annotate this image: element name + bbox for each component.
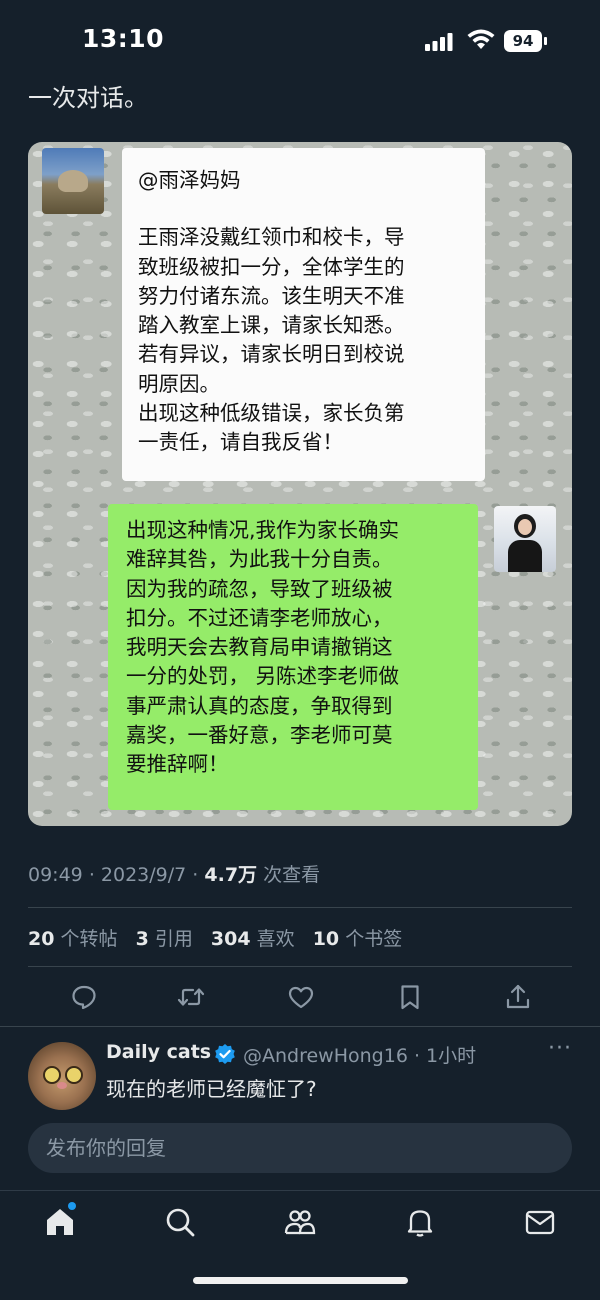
nav-home[interactable] — [43, 1202, 77, 1239]
parent-message-line: 要推辞啊！ — [126, 752, 229, 777]
communities-icon — [284, 1210, 316, 1235]
stat-count: 304 — [210, 928, 251, 950]
view-count: 4.7万 — [204, 864, 258, 886]
share-icon — [506, 984, 530, 1009]
parent-message-line: 因为我的疏忽，导致了班级被 — [126, 576, 393, 601]
reply-handle-time: @AndrewHong16 · 1小时 — [243, 1045, 477, 1067]
teacher-message-line: 若有异议，请家长明日到校说 — [138, 342, 405, 367]
parent-message-line: 事严肃认真的态度，争取得到 — [126, 693, 393, 718]
stat-label: 引用 — [154, 928, 193, 950]
tweet-stats: 20 个转帖 3 引用 304 喜欢 10 个书签 — [28, 924, 414, 951]
parent-avatar — [494, 506, 556, 572]
more-options-icon[interactable]: ··· — [548, 1036, 572, 1061]
nav-messages[interactable] — [523, 1205, 557, 1239]
view-label: 次查看 — [263, 864, 321, 886]
share-button[interactable] — [504, 983, 532, 1011]
divider — [0, 1026, 600, 1027]
messages-icon — [525, 1210, 555, 1235]
divider — [28, 907, 572, 908]
tweet-text: 一次对话。 — [28, 84, 148, 112]
teacher-message-line: 明原因。 — [138, 371, 220, 396]
teacher-message-line: 踏入教室上课，请家长知悉。 — [138, 313, 405, 338]
parent-message-line: 嘉奖，一番好意，李老师可莫 — [126, 723, 393, 748]
nav-communities[interactable] — [283, 1205, 317, 1239]
bookmark-button[interactable] — [396, 983, 424, 1011]
teacher-message-line: 王雨泽没戴红领巾和校卡，导 — [138, 225, 405, 250]
stat-quotes[interactable]: 3 引用 — [136, 928, 193, 950]
divider — [28, 966, 572, 967]
verified-badge-icon — [214, 1043, 236, 1065]
tweet-date: 2023/9/7 — [100, 864, 187, 886]
retweet-icon — [177, 988, 205, 1006]
cellular-signal-icon — [425, 33, 453, 51]
home-indicator — [193, 1277, 408, 1284]
stat-label: 喜欢 — [256, 928, 295, 950]
parent-message-line: 扣分。不过还请李老师放心， — [126, 605, 393, 630]
reply-icon — [72, 985, 96, 1010]
status-time: 13:10 — [82, 24, 165, 53]
parent-message-bubble: 出现这种情况,我作为家长确实 难辞其咎，为此我十分自责。 因为我的疏忽，导致了班… — [108, 504, 478, 810]
search-icon — [166, 1208, 195, 1237]
wifi-icon — [466, 27, 496, 51]
teacher-message-line: 一责任，请自我反省！ — [138, 430, 343, 455]
parent-message-line: 我明天会去教育局申请撤销这 — [126, 635, 393, 660]
parent-message-line: 出现这种情况,我作为家长确实 — [126, 518, 400, 542]
retweet-button[interactable] — [177, 983, 205, 1011]
stat-count: 3 — [135, 928, 149, 950]
reply-avatar[interactable] — [28, 1042, 96, 1110]
stat-likes[interactable]: 304 喜欢 — [211, 928, 295, 950]
nav-search[interactable] — [163, 1205, 197, 1239]
battery-level: 94 — [504, 30, 542, 52]
reply-author-name[interactable]: Daily cats — [106, 1041, 211, 1063]
stat-count: 10 — [312, 928, 340, 950]
bookmark-icon — [401, 985, 419, 1010]
home-icon — [47, 1209, 73, 1235]
teacher-message-line: 努力付诸东流。该生明天不准 — [138, 283, 405, 308]
tweet-meta: 09:49 · 2023/9/7 · 4.7万 次查看 — [28, 864, 321, 886]
teacher-avatar — [42, 148, 104, 214]
teacher-message-line: 致班级被扣一分，全体学生的 — [138, 254, 405, 279]
reply-text: 现在的老师已经魔怔了? — [106, 1077, 317, 1101]
stat-label: 个转帖 — [60, 928, 118, 950]
home-notification-dot — [68, 1202, 76, 1210]
tweet-image[interactable]: @雨泽妈妈 王雨泽没戴红领巾和校卡，导 致班级被扣一分，全体学生的 努力付诸东流… — [28, 142, 572, 826]
like-icon — [288, 986, 314, 1009]
battery-icon: 94 — [504, 30, 548, 52]
like-button[interactable] — [287, 983, 315, 1011]
parent-message-line: 一分的处罚， 另陈述李老师做 — [126, 664, 400, 689]
nav-notifications[interactable] — [403, 1205, 437, 1239]
stat-bookmarks[interactable]: 10 个书签 — [313, 928, 403, 950]
parent-message-line: 难辞其咎，为此我十分自责。 — [126, 547, 393, 572]
stat-label: 个书签 — [345, 928, 403, 950]
teacher-mention: @雨泽妈妈 — [138, 168, 241, 192]
teacher-message-bubble: @雨泽妈妈 王雨泽没戴红领巾和校卡，导 致班级被扣一分，全体学生的 努力付诸东流… — [122, 148, 485, 481]
teacher-message-line: 出现这种低级错误，家长负第 — [138, 401, 405, 426]
reply-button[interactable] — [70, 983, 98, 1011]
stat-retweets[interactable]: 20 个转帖 — [28, 928, 118, 950]
notifications-icon — [407, 1210, 433, 1237]
tweet-time: 09:49 — [28, 864, 83, 886]
reply-input[interactable] — [28, 1123, 572, 1173]
stat-count: 20 — [28, 928, 55, 950]
